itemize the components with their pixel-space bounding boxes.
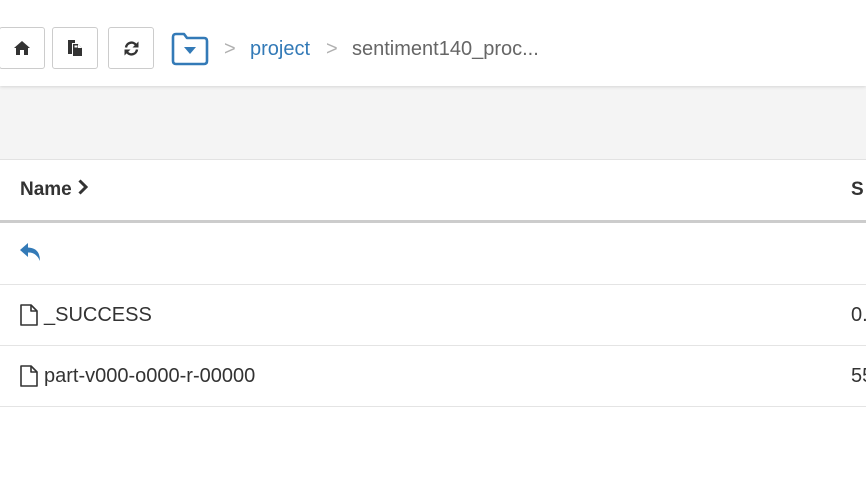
home-button[interactable] — [0, 27, 45, 69]
file-size: 55 — [851, 365, 866, 387]
reply-icon[interactable] — [19, 242, 42, 267]
table-row[interactable]: part-v000-o000-r-00000 55 — [0, 346, 866, 407]
breadcrumb-separator: > — [326, 38, 338, 60]
breadcrumb-separator: > — [224, 38, 236, 60]
breadcrumb-item-project[interactable]: project — [250, 37, 310, 61]
breadcrumb-item-current: sentiment140_proc... — [352, 38, 539, 60]
file-icon — [20, 304, 38, 331]
home-icon — [14, 41, 30, 55]
file-name[interactable]: part-v000-o000-r-00000 — [44, 364, 255, 388]
refresh-button[interactable] — [108, 27, 154, 69]
file-name[interactable]: _SUCCESS — [44, 303, 152, 327]
table-header: Name S — [0, 160, 866, 223]
refresh-icon — [124, 40, 138, 56]
parent-directory-row[interactable] — [0, 223, 866, 285]
copy-button[interactable] — [52, 27, 98, 69]
file-size: 0. — [851, 304, 866, 326]
name-column-label: Name — [20, 179, 72, 200]
copy-icon — [68, 40, 82, 56]
size-column-header[interactable]: S — [851, 178, 864, 202]
table-row[interactable]: _SUCCESS 0. — [0, 285, 866, 346]
file-table: Name S _SUCCESS 0. — [0, 160, 866, 407]
chevron-right-icon — [78, 178, 88, 202]
folder-dropdown-icon — [171, 32, 209, 66]
file-icon — [20, 365, 38, 392]
action-bar — [0, 86, 866, 160]
toolbar: > project > sentiment140_proc... — [0, 0, 866, 86]
name-column-header[interactable]: Name — [20, 178, 88, 202]
folder-dropdown-button[interactable] — [170, 32, 210, 66]
